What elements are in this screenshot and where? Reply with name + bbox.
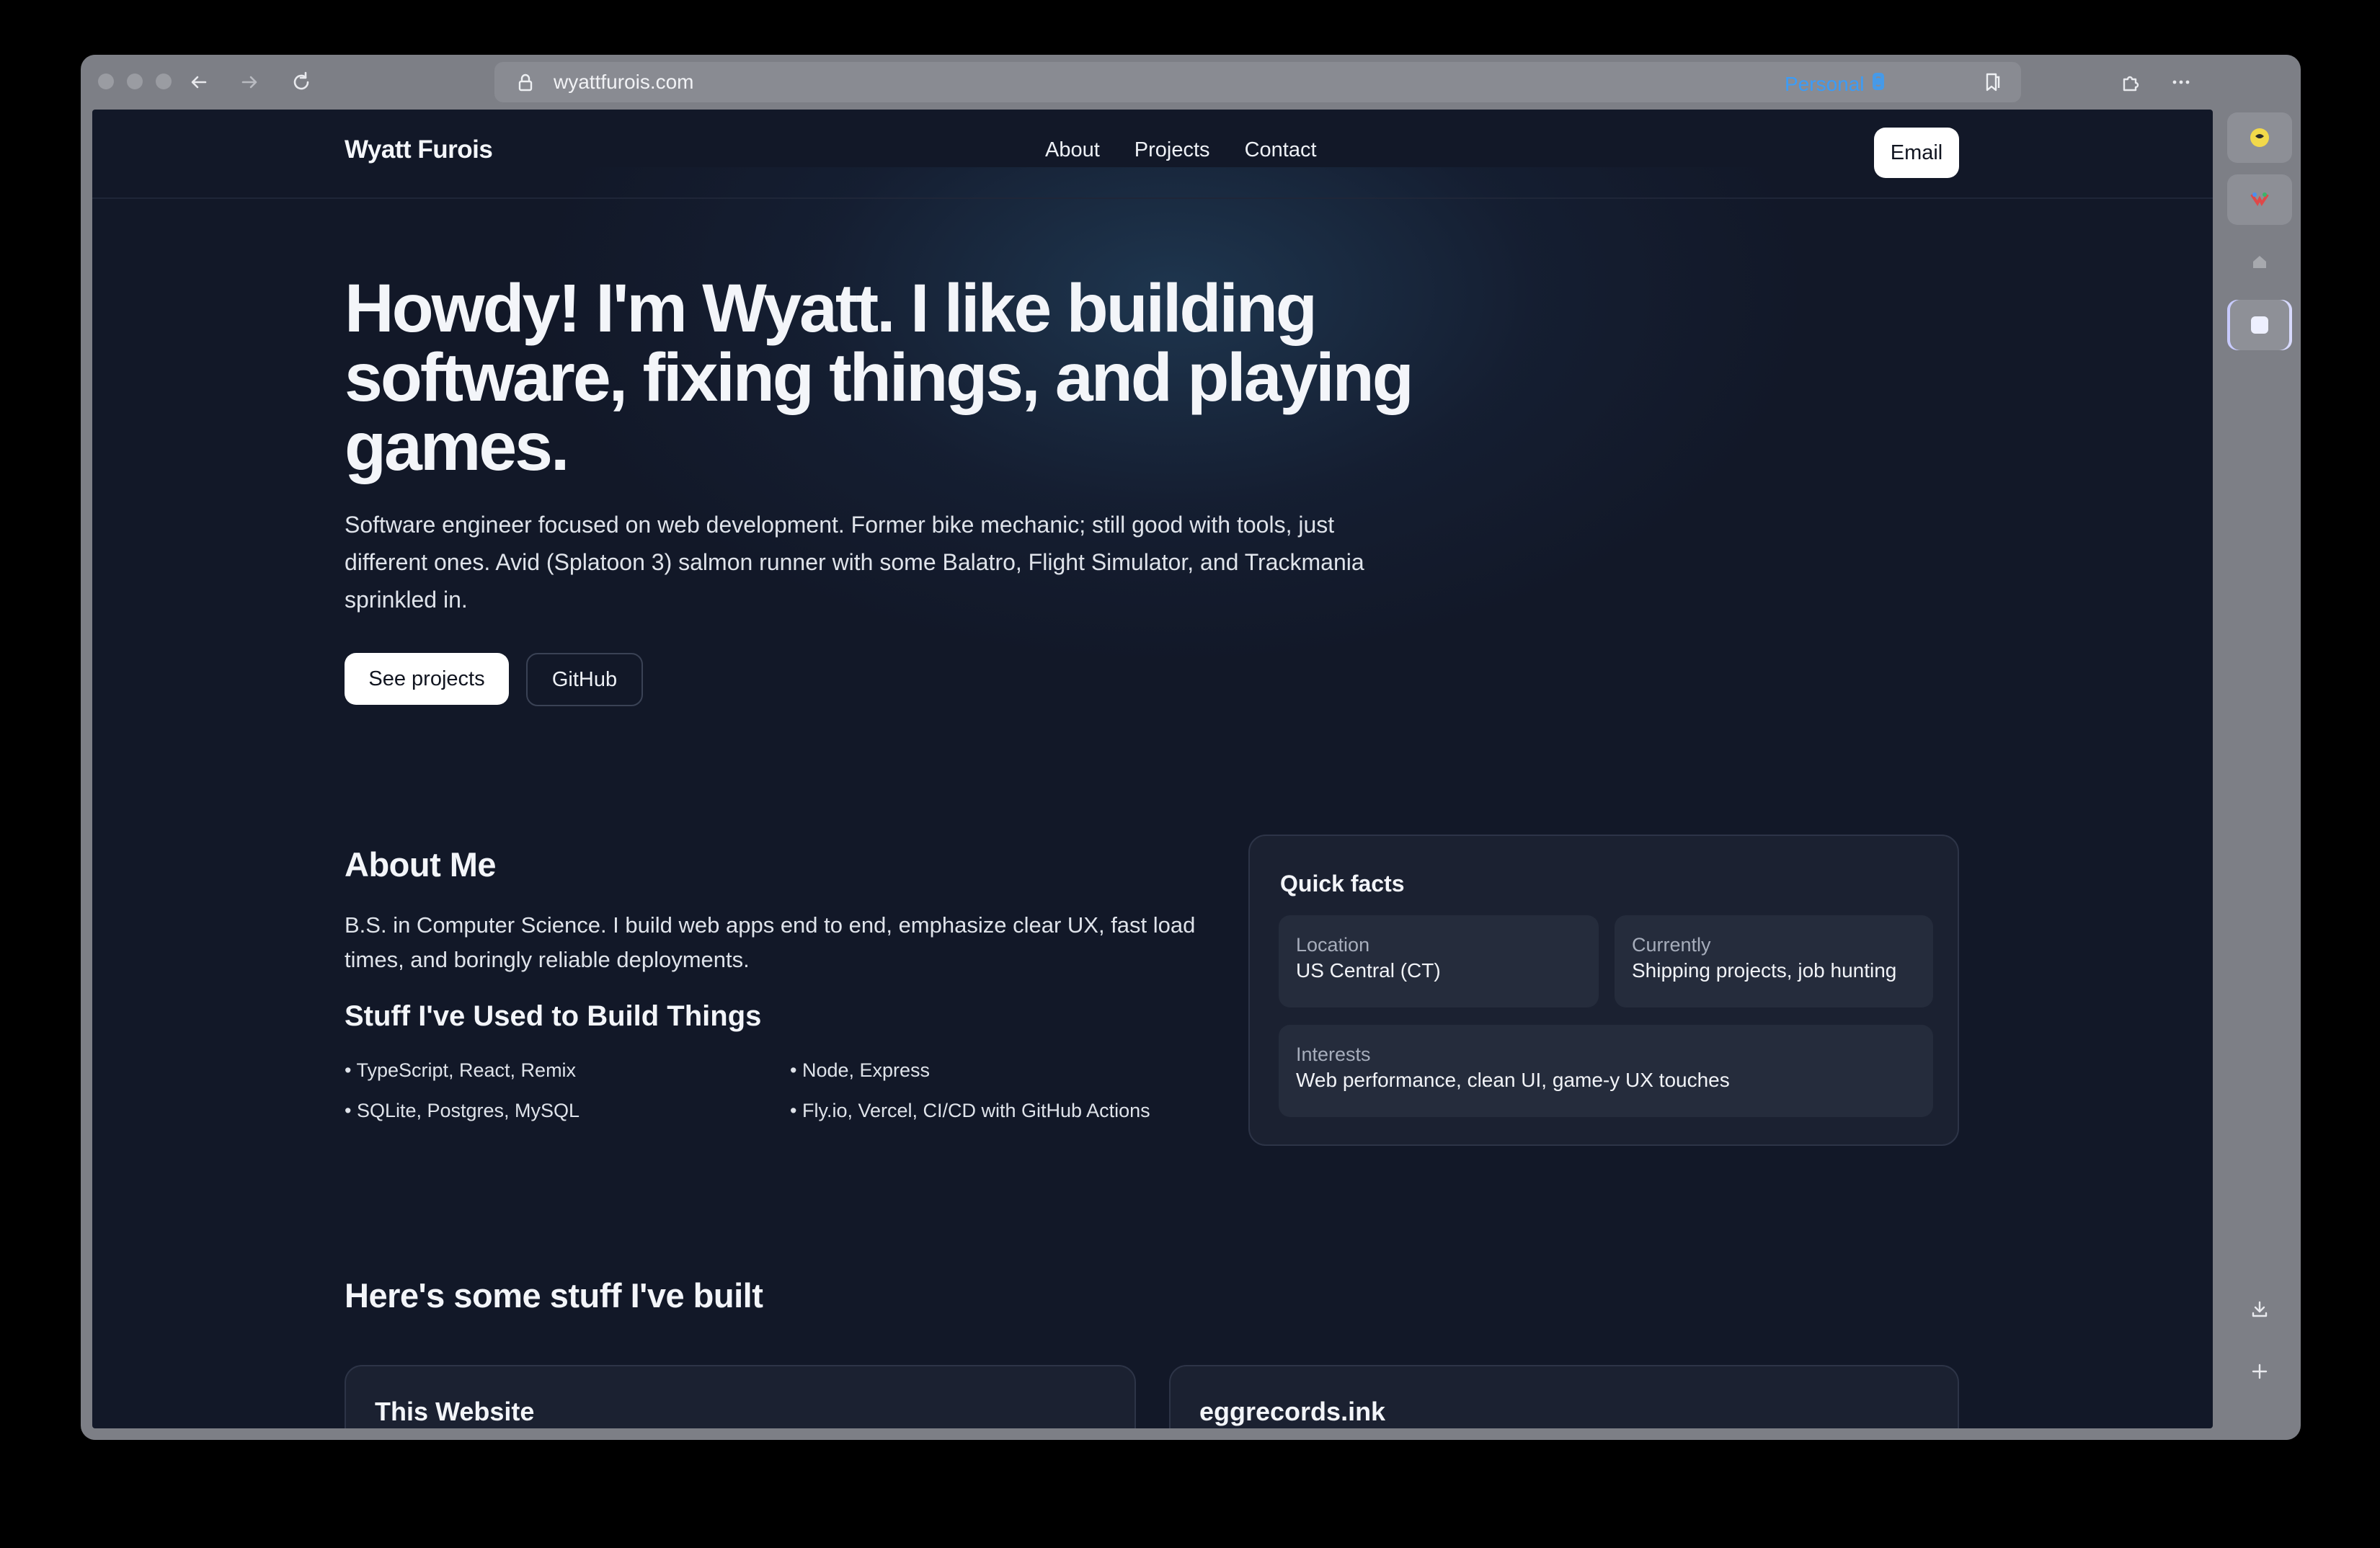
list-item: • Fly.io, Vercel, CI/CD with GitHub Acti… (790, 1100, 1150, 1121)
list-item: • TypeScript, React, Remix (345, 1059, 577, 1081)
quick-facts-card: Quick facts Location US Central (CT) Cur… (1248, 835, 1959, 1146)
see-projects-button[interactable]: See projects (345, 653, 509, 705)
hero-subtitle: Software engineer focused on web develop… (345, 512, 1364, 613)
fact-value: Web performance, clean UI, game-y UX tou… (1296, 1069, 1730, 1091)
site-brand[interactable]: Wyatt Furois (345, 135, 493, 164)
site-header: Wyatt Furois About Projects Contact Emai… (92, 110, 2213, 199)
zoom-window-button[interactable] (156, 74, 172, 89)
nav-link-about[interactable]: About (1045, 138, 1100, 162)
about-text: B.S. in Computer Science. I build web ap… (345, 912, 1196, 972)
about-title: About Me (345, 845, 497, 884)
hero-title: Howdy! I'm Wyatt. I like building softwa… (345, 270, 1414, 485)
forward-arrow-icon[interactable] (235, 68, 264, 97)
profile-indicator[interactable]: Personal (1785, 71, 1886, 97)
quick-facts-title: Quick facts (1280, 871, 1405, 897)
fact-label: Interests (1296, 1044, 1371, 1065)
fact-value: Shipping projects, job hunting (1632, 959, 1897, 982)
url-text: wyattfurois.com (554, 71, 694, 93)
bookmark-icon[interactable] (1981, 71, 2004, 94)
nav-link-projects[interactable]: Projects (1135, 138, 1210, 162)
fact-label: Currently (1632, 934, 1711, 956)
browser-window: wyattfurois.com Personal Wyatt Furois Ab… (81, 55, 2301, 1440)
browser-sidebar (2219, 110, 2299, 1428)
profile-label: Personal (1785, 72, 1865, 95)
app-icon-1[interactable] (2227, 112, 2292, 163)
project-card-eggrecords[interactable]: eggrecords.ink (1169, 1365, 1959, 1428)
fact-label: Location (1296, 934, 1370, 956)
page-viewport: Wyatt Furois About Projects Contact Emai… (92, 110, 2213, 1428)
extensions-puzzle-icon[interactable] (2116, 68, 2145, 97)
profile-badge-icon (1870, 71, 1886, 97)
nav-link-contact[interactable]: Contact (1245, 138, 1317, 162)
project-name: eggrecords.ink (1199, 1397, 1386, 1426)
lock-icon (515, 72, 536, 94)
stack-title: Stuff I've Used to Build Things (345, 1000, 762, 1032)
app-icon-2[interactable] (2227, 174, 2292, 225)
fact-value: US Central (CT) (1296, 959, 1441, 982)
minimize-window-button[interactable] (127, 74, 143, 89)
fact-location: Location US Central (CT) (1279, 915, 1599, 1007)
list-item: • SQLite, Postgres, MySQL (345, 1100, 580, 1121)
projects-title: Here's some stuff I've built (345, 1276, 763, 1315)
back-arrow-icon[interactable] (185, 68, 213, 97)
fact-interests: Interests Web performance, clean UI, gam… (1279, 1025, 1933, 1117)
project-card-this-website[interactable]: This Website (345, 1365, 1136, 1428)
more-options-icon[interactable] (2167, 68, 2195, 97)
project-name: This Website (375, 1397, 535, 1426)
active-tab-icon[interactable] (2227, 300, 2292, 350)
add-icon[interactable] (2227, 1346, 2292, 1397)
browser-toolbar: wyattfurois.com Personal (81, 55, 2301, 110)
reload-icon[interactable] (287, 68, 316, 97)
list-item: • Node, Express (790, 1059, 931, 1081)
close-window-button[interactable] (98, 74, 114, 89)
address-bar[interactable]: wyattfurois.com Personal (494, 62, 2021, 102)
email-button[interactable]: Email (1874, 128, 1959, 178)
download-icon[interactable] (2227, 1284, 2292, 1335)
fact-currently: Currently Shipping projects, job hunting (1615, 915, 1933, 1007)
home-icon[interactable] (2227, 236, 2292, 287)
site-nav: About Projects Contact (1045, 138, 1317, 162)
stack-list: • TypeScript, React, Remix • Node, Expre… (345, 1058, 1238, 1123)
github-button[interactable]: GitHub (526, 653, 643, 706)
